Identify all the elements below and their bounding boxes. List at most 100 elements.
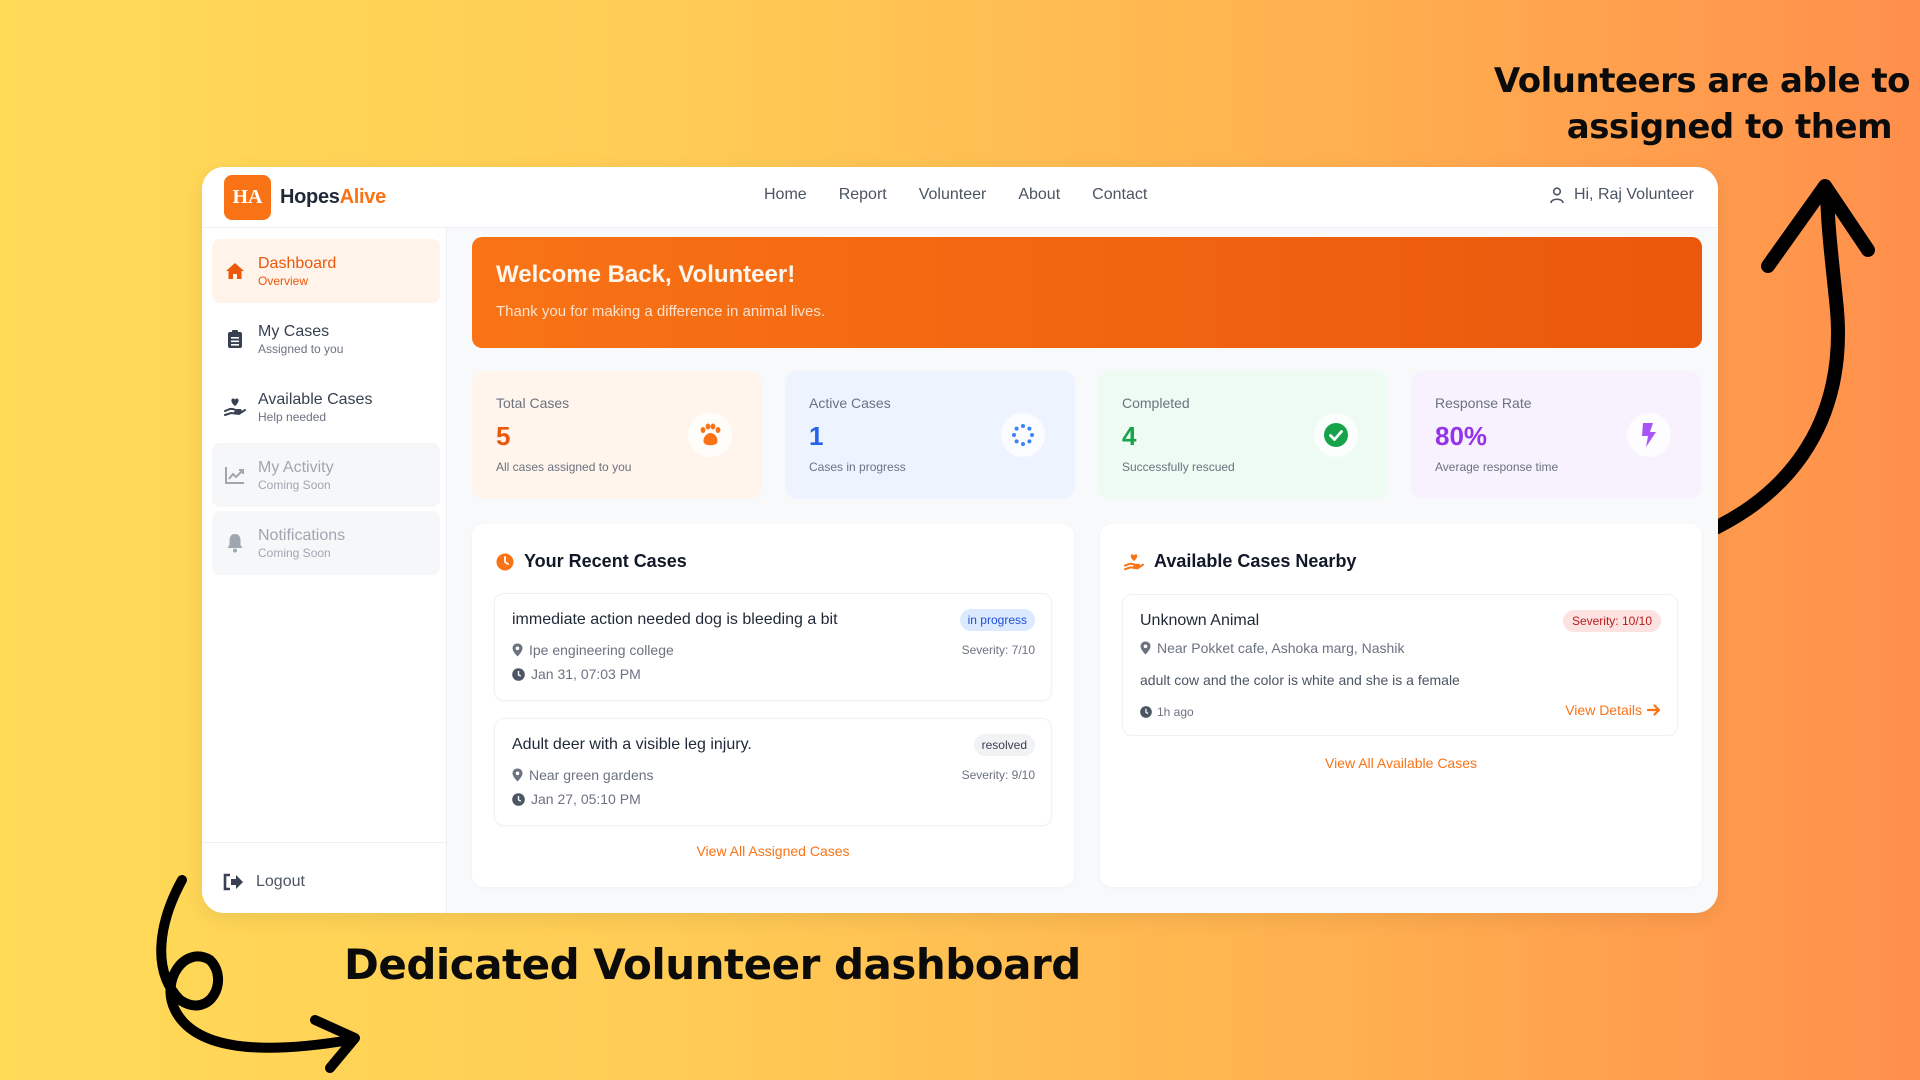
sidebar-item-dashboard[interactable]: Dashboard Overview: [212, 239, 440, 303]
case-title: immediate action needed dog is bleeding …: [512, 611, 838, 628]
stat-label: Completed: [1122, 395, 1190, 411]
view-all-available-cases-link[interactable]: View All Available Cases: [1100, 755, 1702, 771]
sidebar-item-label: Notifications: [258, 526, 346, 544]
logout-icon: [223, 873, 243, 891]
case-location: Ipe engineering college: [512, 642, 674, 658]
nav-contact[interactable]: Contact: [1092, 186, 1147, 204]
nav-home[interactable]: Home: [764, 186, 807, 204]
panel-title-text: Available Cases Nearby: [1154, 551, 1357, 571]
sidebar-item-available-cases[interactable]: Available Cases Help needed: [212, 375, 440, 439]
sidebar-item-label: Available Cases: [258, 390, 373, 408]
chart-line-icon: [224, 464, 246, 486]
app-window: HA HopesAlive Home Report Volunteer Abou…: [202, 167, 1718, 913]
sidebar-item-notifications: Notifications Coming Soon: [212, 511, 440, 575]
case-location: Near green gardens: [512, 767, 654, 783]
clock-icon: [496, 553, 514, 570]
map-pin-icon: [512, 643, 523, 657]
case-location-text: Near Pokket cafe, Ashoka marg, Nashik: [1157, 640, 1405, 656]
nav-volunteer[interactable]: Volunteer: [919, 186, 987, 204]
case-location-text: Near green gardens: [529, 767, 654, 783]
clock-icon: [512, 667, 525, 681]
welcome-title: Welcome Back, Volunteer!: [496, 261, 796, 288]
view-details-label: View Details: [1565, 702, 1642, 718]
map-pin-icon: [1140, 641, 1151, 655]
top-navbar: HA HopesAlive Home Report Volunteer Abou…: [202, 167, 1718, 228]
bolt-icon: [1627, 413, 1671, 457]
sidebar-item-label: My Cases: [258, 322, 330, 340]
check-circle-icon: [1314, 413, 1358, 457]
hand-heart-icon: [1124, 553, 1144, 570]
available-cases-panel: Available Cases Nearby Unknown Animal Se…: [1100, 524, 1702, 887]
hand-heart-icon: [224, 396, 246, 418]
stat-sub: Average response time: [1435, 460, 1559, 474]
view-all-assigned-cases-link[interactable]: View All Assigned Cases: [472, 843, 1074, 859]
case-time-text: 1h ago: [1157, 705, 1194, 719]
sidebar-item-my-activity: My Activity Coming Soon: [212, 443, 440, 507]
user-menu[interactable]: Hi, Raj Volunteer: [1548, 186, 1694, 204]
logout-button[interactable]: Logout: [222, 873, 305, 891]
sidebar-item-my-cases[interactable]: My Cases Assigned to you: [212, 307, 440, 371]
user-greeting: Hi, Raj Volunteer: [1573, 186, 1694, 203]
status-badge: in progress: [959, 609, 1035, 631]
sidebar-item-label: Dashboard: [258, 254, 337, 272]
logo-badge: HA: [224, 174, 271, 220]
case-time: Jan 27, 05:10 PM: [512, 791, 641, 807]
available-case-card[interactable]: Unknown Animal Severity: 10/10 Near Pokk…: [1122, 594, 1678, 736]
stat-card-total-cases: Total Cases 5 All cases assigned to you: [472, 371, 762, 499]
case-title: Adult deer with a visible leg injury.: [512, 736, 752, 753]
logo[interactable]: HA HopesAlive: [224, 174, 387, 220]
logo-name-part1: Hopes: [280, 185, 340, 208]
sidebar-item-sub: Coming Soon: [258, 545, 331, 560]
user-icon: [1550, 187, 1564, 204]
sidebar-divider: [202, 842, 446, 843]
recent-cases-panel: Your Recent Cases immediate action neede…: [472, 524, 1074, 887]
available-cases-title: Available Cases Nearby: [1124, 551, 1356, 572]
case-description: adult cow and the color is white and she…: [1140, 672, 1460, 688]
clock-icon: [512, 792, 525, 806]
view-details-link[interactable]: View Details: [1565, 702, 1661, 718]
home-icon: [224, 260, 246, 282]
stat-sub: All cases assigned to you: [496, 460, 632, 474]
stat-sub: Cases in progress: [809, 460, 906, 474]
clipboard-icon: [224, 328, 246, 350]
welcome-subtitle: Thank you for making a difference in ani…: [496, 303, 826, 320]
annotation-line-2: assigned to them: [1566, 107, 1893, 147]
nav-report[interactable]: Report: [839, 186, 887, 204]
stat-card-active-cases: Active Cases 1 Cases in progress: [785, 371, 1075, 499]
stat-label: Active Cases: [809, 395, 891, 411]
case-card[interactable]: Adult deer with a visible leg injury. Ne…: [494, 718, 1052, 826]
case-time-text: Jan 27, 05:10 PM: [531, 791, 641, 807]
stat-sub: Successfully rescued: [1122, 460, 1235, 474]
sidebar-item-sub: Help needed: [258, 409, 327, 424]
logout-label: Logout: [256, 873, 305, 890]
recent-cases-title: Your Recent Cases: [496, 551, 687, 572]
case-card[interactable]: immediate action needed dog is bleeding …: [494, 593, 1052, 701]
status-badge: resolved: [973, 734, 1035, 756]
annotation-bottom-caption: Dedicated Volunteer dashboard: [344, 940, 1081, 989]
arrow-right-icon: [1647, 704, 1661, 716]
case-severity: Severity: 9/10: [961, 768, 1035, 782]
stat-label: Total Cases: [496, 395, 570, 411]
case-location-text: Ipe engineering college: [529, 642, 674, 658]
panel-title-text: Your Recent Cases: [524, 551, 687, 571]
nav-about[interactable]: About: [1018, 186, 1060, 204]
annotation-line-1: Volunteers are able to: [1493, 61, 1911, 101]
welcome-banner: Welcome Back, Volunteer! Thank you for m…: [472, 237, 1702, 348]
case-severity: Severity: 7/10: [961, 643, 1035, 657]
stat-card-response-rate: Response Rate 80% Average response time: [1411, 371, 1701, 499]
spinner-icon: [1001, 413, 1045, 457]
logo-name-part2: Alive: [339, 185, 387, 208]
case-time: 1h ago: [1140, 705, 1194, 719]
paw-icon: [688, 413, 732, 457]
main-nav: Home Report Volunteer About Contact: [764, 186, 1147, 204]
clock-icon: [1140, 706, 1152, 718]
sidebar-item-sub: Assigned to you: [258, 341, 344, 356]
case-time-text: Jan 31, 07:03 PM: [531, 666, 641, 682]
map-pin-icon: [512, 768, 523, 782]
case-title: Unknown Animal: [1140, 612, 1260, 629]
sidebar: Dashboard Overview My Cases Assigned to …: [202, 228, 447, 913]
stat-card-completed: Completed 4 Successfully rescued: [1098, 371, 1388, 499]
case-time: Jan 31, 07:03 PM: [512, 666, 641, 682]
sidebar-item-label: My Activity: [258, 458, 334, 476]
stat-label: Response Rate: [1435, 395, 1532, 411]
